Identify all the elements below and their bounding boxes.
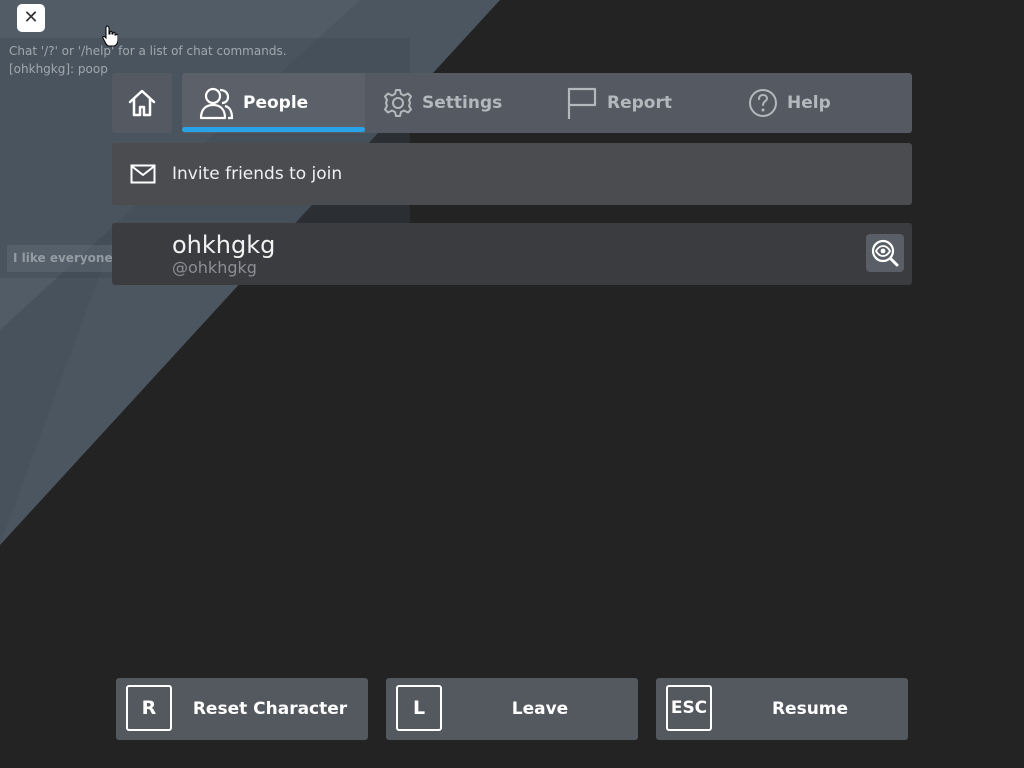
resume-button[interactable]: ESC Resume (656, 678, 908, 740)
chat-message: [ohkhgkg]: poop (9, 62, 108, 76)
player-display-name: ohkhgkg (172, 231, 276, 259)
leave-button[interactable]: L Leave (386, 678, 638, 740)
gear-icon (384, 89, 412, 117)
close-menu-button[interactable]: ✕ (17, 4, 45, 32)
player-username: @ohkhgkg (172, 258, 257, 277)
tab-people[interactable]: People (198, 73, 308, 133)
game-menu-screen: Chat '/?' or '/help' for a list of chat … (0, 0, 1024, 768)
tab-settings[interactable]: Settings (383, 73, 502, 133)
active-tab-indicator (182, 127, 365, 132)
tab-settings-label: Settings (422, 93, 503, 113)
hand-cursor-icon (102, 25, 118, 47)
invite-friends-button[interactable]: Invite friends to join (112, 143, 912, 205)
close-icon: ✕ (23, 7, 39, 28)
reset-character-label: Reset Character (192, 699, 348, 719)
tab-help[interactable]: Help (748, 73, 831, 133)
leave-key-hint: L (396, 685, 442, 731)
home-button[interactable] (112, 73, 172, 133)
inspect-player-button[interactable] (866, 234, 904, 272)
reset-key-hint: R (126, 685, 172, 731)
envelope-icon (130, 164, 156, 184)
home-icon (128, 89, 156, 117)
tab-report-label: Report (607, 93, 672, 113)
resume-key-hint: ESC (666, 685, 712, 731)
tab-help-label: Help (787, 93, 831, 113)
leave-label: Leave (511, 699, 569, 719)
people-icon (199, 87, 234, 120)
flag-icon (567, 87, 597, 119)
inspect-icon (871, 239, 899, 267)
player-list-item[interactable]: ohkhgkg @ohkhgkg (112, 223, 912, 285)
help-icon (749, 89, 777, 117)
tab-people-label: People (243, 93, 309, 113)
reset-character-button[interactable]: R Reset Character (116, 678, 368, 740)
invite-friends-label: Invite friends to join (172, 164, 343, 184)
menu-tab-bar: People Settings Report Help (182, 73, 912, 133)
chat-system-message: Chat '/?' or '/help' for a list of chat … (9, 44, 287, 58)
tab-report[interactable]: Report (566, 73, 672, 133)
resume-label: Resume (771, 699, 849, 719)
